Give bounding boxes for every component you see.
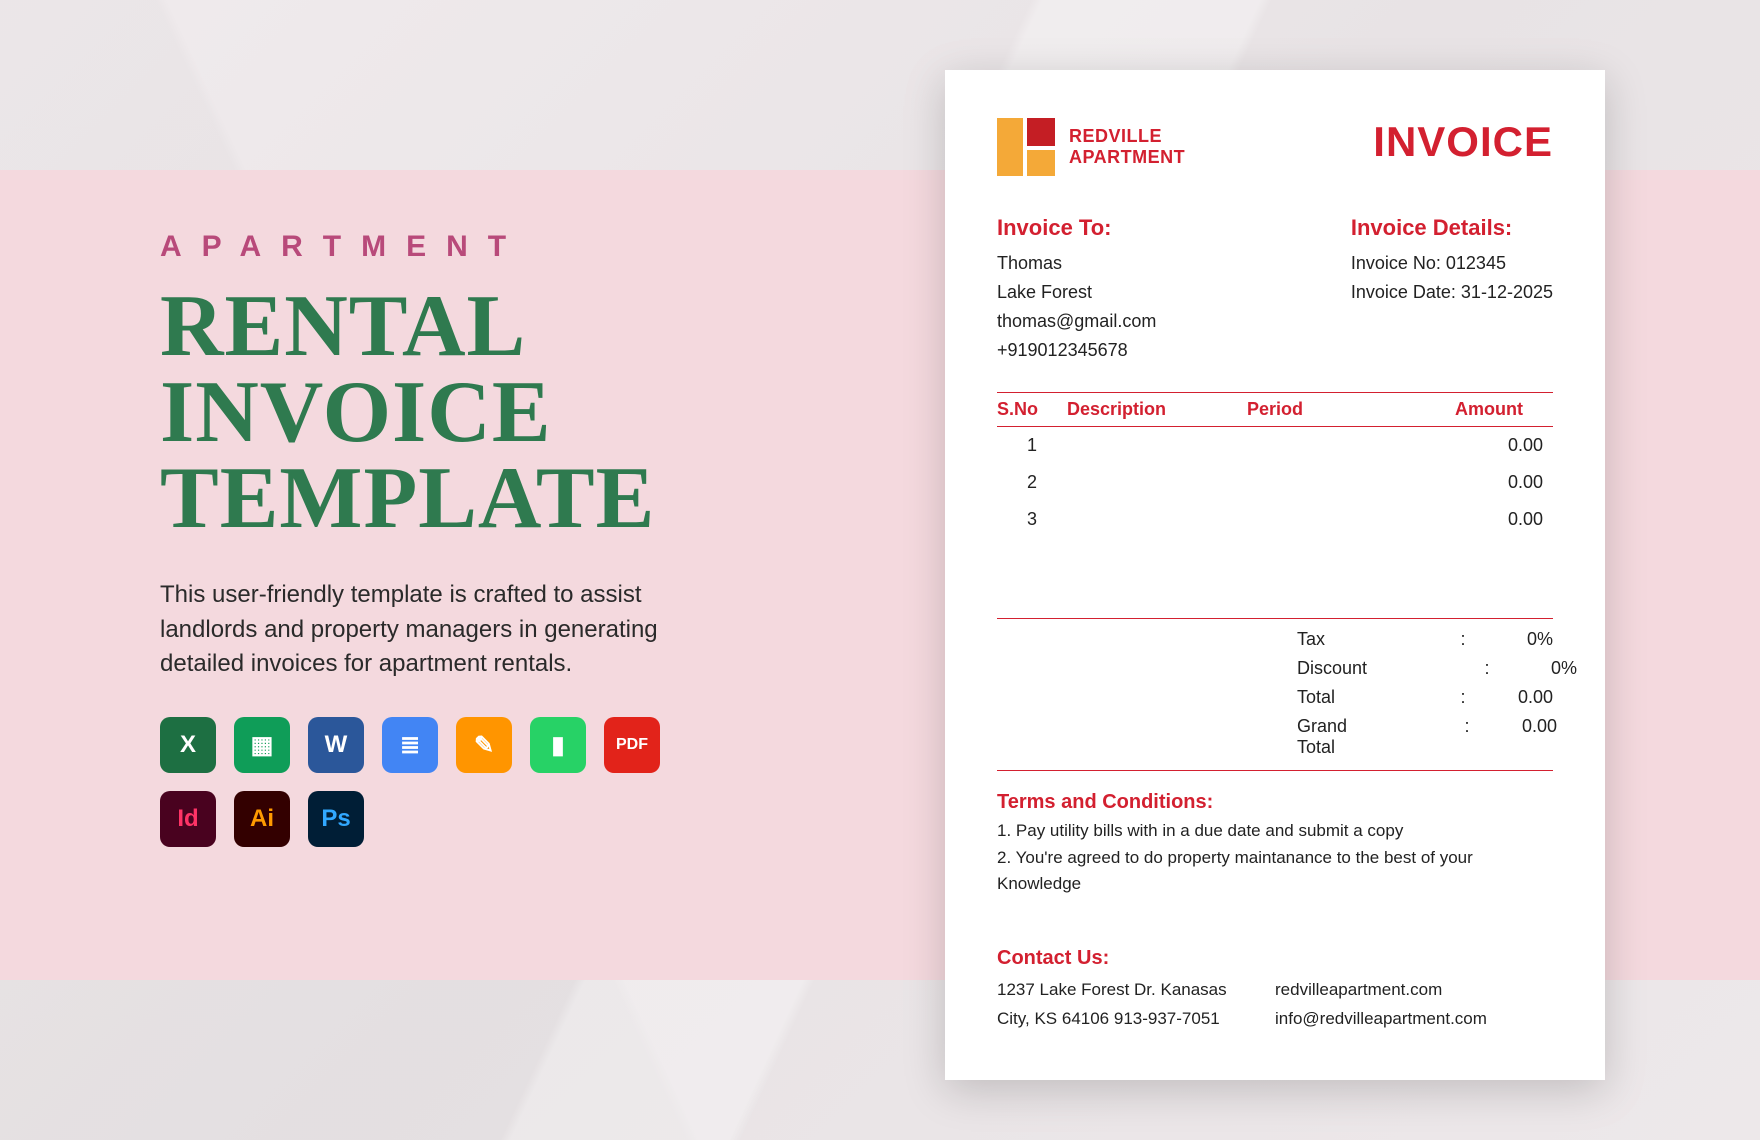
invoice-to-column: Invoice To: Thomas Lake Forest thomas@gm… [997, 210, 1156, 364]
invoice-document: REDVILLE APARTMENT INVOICE Invoice To: T… [945, 70, 1605, 1080]
invoice-header: REDVILLE APARTMENT INVOICE [997, 118, 1553, 176]
eyebrow-text: APARTMENT [160, 230, 720, 264]
terms-heading: Terms and Conditions: [997, 791, 1553, 814]
apple-numbers-icon: ▮ [530, 717, 586, 773]
grand-total-row: Grand Total : 0.00 [1297, 712, 1553, 762]
discount-value: 0% [1497, 658, 1577, 679]
recipient-name: Thomas [997, 249, 1156, 278]
tax-value: 0% [1473, 629, 1553, 650]
cell-desc [1067, 472, 1247, 493]
promo-panel: APARTMENT RENTAL INVOICE TEMPLATE This u… [160, 230, 720, 865]
invoice-details-column: Invoice Details: Invoice No: 012345 Invo… [1351, 210, 1553, 364]
icon-glyph: W [325, 731, 348, 759]
terms-block: Terms and Conditions: 1. Pay utility bil… [997, 791, 1553, 897]
table-bottom-rule [997, 618, 1553, 619]
cell-desc [1067, 435, 1247, 456]
cell-period [1247, 472, 1387, 493]
cell-period [1247, 509, 1387, 530]
icon-glyph: Id [177, 805, 198, 833]
invoice-details-heading: Invoice Details: [1351, 210, 1553, 245]
invoice-number: Invoice No: 012345 [1351, 249, 1553, 278]
table-row: 2 0.00 [997, 464, 1553, 501]
illustrator-icon: Ai [234, 791, 290, 847]
tax-label: Tax [1297, 629, 1343, 650]
description-text: This user-friendly template is crafted t… [160, 578, 720, 682]
invoice-date: Invoice Date: 31-12-2025 [1351, 278, 1553, 307]
invoice-meta-section: Invoice To: Thomas Lake Forest thomas@gm… [997, 210, 1553, 364]
photoshop-icon: Ps [308, 791, 364, 847]
file-format-row-2: Id Ai Ps [160, 791, 720, 847]
line-items-table: S.No Description Period Amount 1 0.00 2 … [997, 392, 1553, 771]
brand-name: REDVILLE APARTMENT [1069, 126, 1185, 167]
apple-pages-icon: ✎ [456, 717, 512, 773]
contact-grid: 1237 Lake Forest Dr. Kanasas redvilleapa… [997, 976, 1553, 1034]
col-amount: Amount [1387, 399, 1553, 420]
google-docs-icon: ≣ [382, 717, 438, 773]
brand-line-1: REDVILLE [1069, 126, 1185, 147]
recipient-phone: +919012345678 [997, 336, 1156, 365]
icon-glyph: ▦ [251, 731, 274, 760]
contact-address-2: City, KS 64106 913-937-7051 [997, 1005, 1275, 1034]
icon-glyph: ≣ [400, 731, 420, 760]
total-value: 0.00 [1473, 687, 1553, 708]
icon-glyph: PDF [616, 736, 648, 754]
invoice-title: INVOICE [1373, 118, 1553, 166]
col-period: Period [1247, 399, 1387, 420]
contact-heading: Contact Us: [997, 947, 1553, 970]
cell-desc [1067, 509, 1247, 530]
icon-glyph: Ps [321, 805, 350, 833]
terms-line-1: 1. Pay utility bills with in a due date … [997, 818, 1553, 844]
logo-icon [997, 118, 1055, 176]
table-row: 1 0.00 [997, 427, 1553, 464]
icon-glyph: ▮ [551, 731, 564, 760]
cell-amount: 0.00 [1387, 472, 1553, 493]
tax-row: Tax : 0% [1297, 625, 1553, 654]
total-row: Total : 0.00 [1297, 683, 1553, 712]
pdf-icon: PDF [604, 717, 660, 773]
total-label: Total [1297, 687, 1343, 708]
cell-period [1247, 435, 1387, 456]
col-sno: S.No [997, 399, 1067, 420]
icon-glyph: ✎ [474, 731, 494, 760]
discount-label: Discount [1297, 658, 1367, 679]
cell-sno: 2 [997, 472, 1067, 493]
recipient-city: Lake Forest [997, 278, 1156, 307]
recipient-email: thomas@gmail.com [997, 307, 1156, 336]
contact-address-1: 1237 Lake Forest Dr. Kanasas [997, 976, 1275, 1005]
indesign-icon: Id [160, 791, 216, 847]
cell-sno: 3 [997, 509, 1067, 530]
icon-glyph: Ai [250, 805, 274, 833]
table-row: 3 0.00 [997, 501, 1553, 538]
totals-block: Tax : 0% Discount : 0% Total : 0.00 Gran… [997, 625, 1553, 771]
table-header-row: S.No Description Period Amount [997, 392, 1553, 427]
headline-text: RENTAL INVOICE TEMPLATE [160, 284, 720, 543]
file-format-row-1: X ▦ W ≣ ✎ ▮ PDF [160, 717, 720, 773]
icon-glyph: X [180, 731, 196, 759]
cell-amount: 0.00 [1387, 435, 1553, 456]
col-description: Description [1067, 399, 1247, 420]
contact-email: info@redvilleapartment.com [1275, 1005, 1553, 1034]
contact-block: Contact Us: 1237 Lake Forest Dr. Kanasas… [997, 947, 1553, 1034]
cell-amount: 0.00 [1387, 509, 1553, 530]
discount-row: Discount : 0% [1297, 654, 1553, 683]
excel-icon: X [160, 717, 216, 773]
contact-website: redvilleapartment.com [1275, 976, 1553, 1005]
word-icon: W [308, 717, 364, 773]
grand-total-label: Grand Total [1297, 716, 1347, 758]
google-sheets-icon: ▦ [234, 717, 290, 773]
invoice-to-heading: Invoice To: [997, 210, 1156, 245]
brand-line-2: APARTMENT [1069, 147, 1185, 168]
grand-total-value: 0.00 [1477, 716, 1557, 758]
terms-line-2: 2. You're agreed to do property maintana… [997, 845, 1553, 898]
cell-sno: 1 [997, 435, 1067, 456]
logo-block: REDVILLE APARTMENT [997, 118, 1185, 176]
